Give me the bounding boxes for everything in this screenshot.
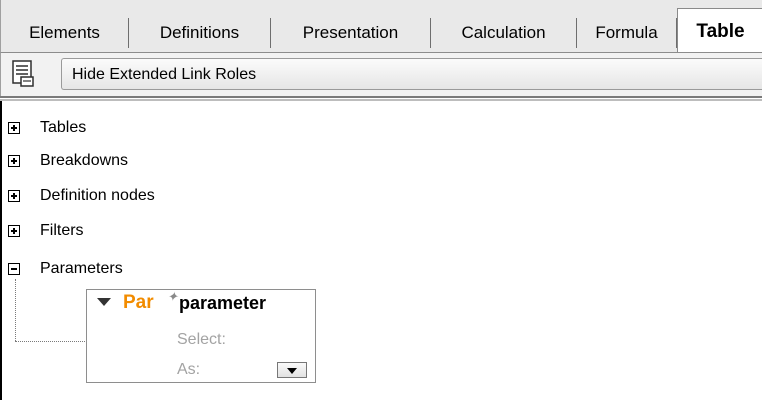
expand-icon[interactable] <box>8 225 20 237</box>
tree-item-label: Definition nodes <box>40 187 155 204</box>
select-label: Select: <box>177 331 226 348</box>
as-label: As: <box>177 361 201 378</box>
component-tree: Tables Breakdowns Definition nodes Filte… <box>0 101 762 400</box>
tab-presentation[interactable]: Presentation <box>271 18 431 48</box>
collapse-icon[interactable] <box>8 263 20 275</box>
toolbar-divider <box>0 96 762 98</box>
tab-bar: Elements Definitions Presentation Calcul… <box>0 0 762 52</box>
expand-icon[interactable] <box>8 190 20 202</box>
tree-item-label: Tables <box>40 119 87 136</box>
tab-formula[interactable]: Formula <box>577 18 677 48</box>
parameter-name[interactable]: parameter <box>179 291 266 315</box>
tree-connector-line <box>15 279 16 341</box>
tab-elements[interactable]: Elements <box>1 18 129 48</box>
parameter-prefix: Par <box>123 292 154 313</box>
hide-extended-link-roles-button[interactable]: Hide Extended Link Roles <box>61 58 762 90</box>
tab-calculation[interactable]: Calculation <box>431 18 577 48</box>
as-type-dropdown[interactable] <box>277 362 307 378</box>
document-list-icon[interactable] <box>11 60 35 88</box>
pin-icon: ✦ <box>167 289 178 304</box>
tree-item-label: Parameters <box>40 260 123 277</box>
collapse-triangle-icon[interactable] <box>97 298 111 306</box>
tab-table[interactable]: Table <box>677 8 762 52</box>
expand-icon[interactable] <box>8 155 20 167</box>
parameter-node[interactable]: Par ✦ parameter Select: As: <box>86 289 316 383</box>
toolbar: Hide Extended Link Roles <box>0 52 762 96</box>
expand-icon[interactable] <box>8 122 20 134</box>
tree-item-label: Filters <box>40 222 84 239</box>
tree-connector-line <box>15 341 85 342</box>
tab-definitions[interactable]: Definitions <box>129 18 271 48</box>
chevron-down-icon <box>287 368 297 374</box>
tree-item-label: Breakdowns <box>40 152 129 169</box>
